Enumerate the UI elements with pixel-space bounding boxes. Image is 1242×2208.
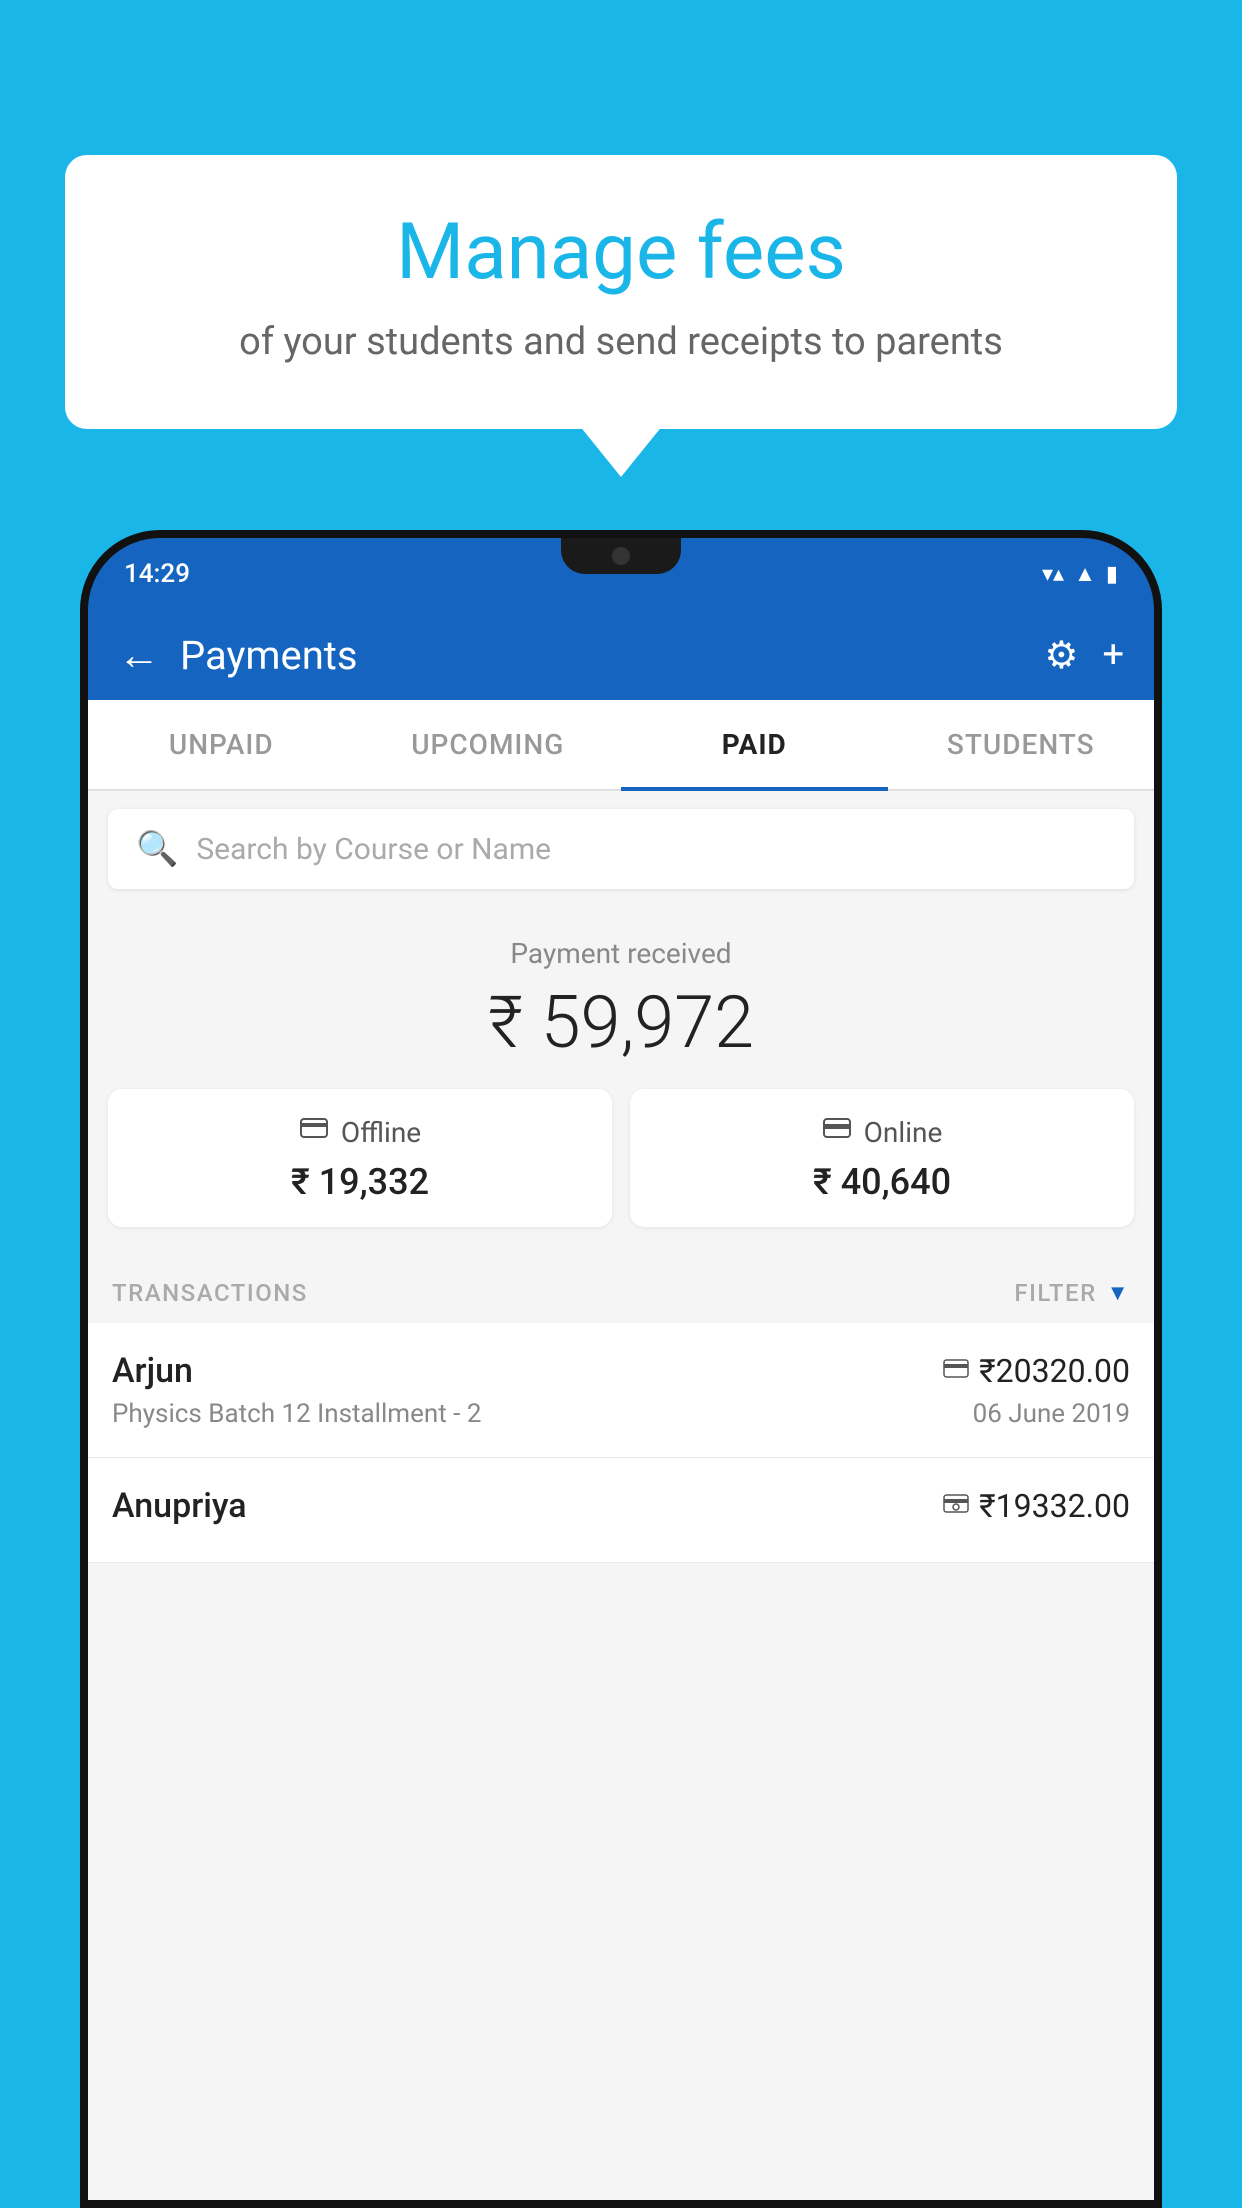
filter-button[interactable]: FILTER ▼	[1014, 1279, 1130, 1307]
filter-icon: ▼	[1107, 1280, 1130, 1306]
online-amount: ₹ 40,640	[650, 1161, 1114, 1203]
speech-bubble-title: Manage fees	[125, 210, 1117, 296]
status-time: 14:29	[124, 559, 190, 589]
wifi-icon: ▾▴	[1042, 562, 1064, 587]
battery-icon: ▮	[1106, 562, 1118, 587]
offline-amount: ₹ 19,332	[128, 1161, 592, 1203]
back-button[interactable]: ←	[118, 631, 160, 680]
offline-label: Offline	[341, 1116, 421, 1149]
transaction-row[interactable]: Arjun ₹20320.00 Physics Batch 12 Install…	[88, 1323, 1154, 1458]
transactions-label: TRANSACTIONS	[112, 1279, 308, 1307]
payment-total-amount: ₹ 59,972	[108, 980, 1134, 1065]
page-title: Payments	[180, 632, 1044, 679]
add-icon[interactable]: +	[1102, 633, 1124, 677]
online-label: Online	[864, 1116, 943, 1149]
transactions-header: TRANSACTIONS FILTER ▼	[88, 1257, 1154, 1323]
status-icons: ▾▴ ▲ ▮	[1042, 561, 1118, 587]
transaction-date: 06 June 2019	[973, 1399, 1130, 1429]
online-payment-card: Online ₹ 40,640	[630, 1089, 1134, 1227]
search-placeholder: Search by Course or Name	[196, 832, 551, 867]
payment-cards: Offline ₹ 19,332 Online	[108, 1089, 1134, 1227]
search-bar[interactable]: 🔍 Search by Course or Name	[108, 809, 1134, 889]
online-icon	[822, 1113, 852, 1151]
speech-bubble: Manage fees of your students and send re…	[65, 155, 1177, 429]
speech-bubble-container: Manage fees of your students and send re…	[65, 155, 1177, 429]
status-bar: 14:29 ▾▴ ▲ ▮	[88, 538, 1154, 610]
offline-payment-icon	[943, 1491, 969, 1521]
gear-icon[interactable]: ⚙	[1044, 633, 1078, 678]
header-actions: ⚙ +	[1044, 633, 1124, 678]
transaction-amount: ₹19332.00	[979, 1487, 1130, 1525]
payment-received-label: Payment received	[108, 937, 1134, 970]
tab-upcoming[interactable]: UPCOMING	[355, 700, 622, 789]
phone-screen: UNPAID UPCOMING PAID STUDENTS 🔍 Search b…	[88, 700, 1154, 2200]
transaction-amount: ₹20320.00	[979, 1352, 1130, 1390]
tab-students[interactable]: STUDENTS	[888, 700, 1155, 789]
phone-mockup: 14:29 ▾▴ ▲ ▮ ← Payments ⚙ + UNPAID UPCOM…	[80, 530, 1162, 2208]
tab-paid[interactable]: PAID	[621, 700, 888, 789]
transaction-row[interactable]: Anupriya ₹19332.00	[88, 1458, 1154, 1563]
notch	[561, 538, 681, 574]
tab-unpaid[interactable]: UNPAID	[88, 700, 355, 789]
transaction-course: Physics Batch 12 Installment - 2	[112, 1399, 481, 1429]
search-icon: 🔍	[136, 829, 178, 869]
app-header: ← Payments ⚙ +	[88, 610, 1154, 700]
transaction-name: Anupriya	[112, 1486, 247, 1526]
payment-summary: Payment received ₹ 59,972 Offline	[88, 907, 1154, 1257]
online-payment-icon	[943, 1356, 969, 1386]
tabs-bar: UNPAID UPCOMING PAID STUDENTS	[88, 700, 1154, 791]
offline-icon	[299, 1113, 329, 1151]
signal-icon: ▲	[1074, 561, 1096, 587]
offline-payment-card: Offline ₹ 19,332	[108, 1089, 612, 1227]
camera-dot	[612, 547, 630, 565]
speech-bubble-subtitle: of your students and send receipts to pa…	[125, 316, 1117, 369]
transaction-name: Arjun	[112, 1351, 193, 1391]
filter-label: FILTER	[1014, 1279, 1096, 1307]
